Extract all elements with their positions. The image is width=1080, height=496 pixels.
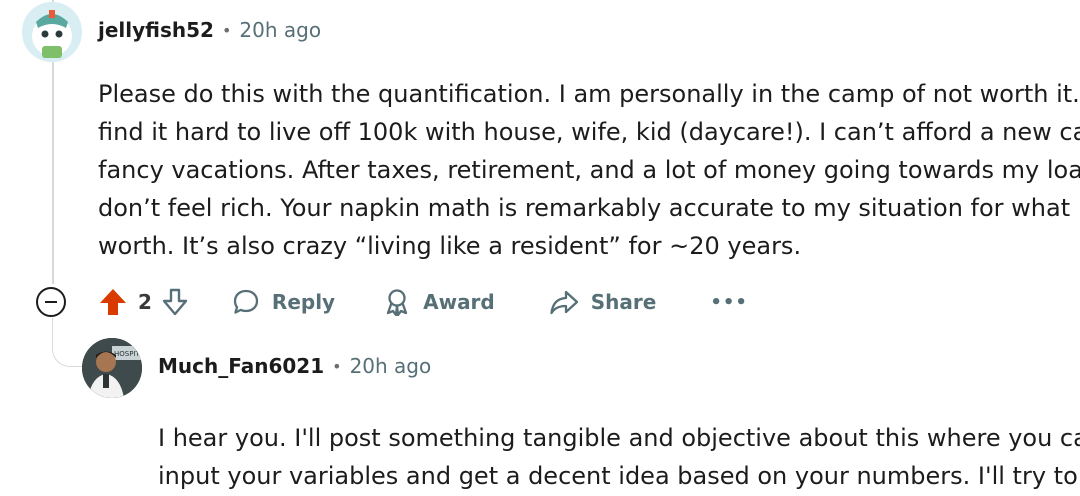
reply-button[interactable]: Reply <box>232 288 335 316</box>
collapse-thread-button[interactable] <box>36 287 66 317</box>
reply-body: I hear you. I'll post something tangible… <box>158 419 1080 495</box>
award-label: Award <box>423 290 495 314</box>
separator-dot: • <box>221 20 232 40</box>
comment-line: worth. It’s also crazy “living like a re… <box>98 232 802 260</box>
vote-count: 2 <box>138 290 152 314</box>
comment-action-bar: 2 Reply Award Share ••• <box>36 282 748 322</box>
award-button[interactable]: Award <box>383 288 495 316</box>
comment-line: Please do this with the quantification. … <box>98 80 1080 108</box>
award-ribbon-icon <box>386 289 408 316</box>
ellipsis-icon: ••• <box>710 291 748 313</box>
share-arrow-icon <box>550 290 578 315</box>
user-photo-avatar: HOSPITA <box>82 338 142 398</box>
snoo-avatar-icon <box>22 2 82 62</box>
username[interactable]: Much_Fan6021 <box>158 354 324 378</box>
arrow-down-outline-icon <box>162 288 188 316</box>
comment-thread: jellyfish52 • 20h ago Please do this wit… <box>0 0 1080 496</box>
avatar[interactable] <box>22 2 82 62</box>
more-options-button[interactable]: ••• <box>710 292 748 313</box>
arrow-up-filled-icon <box>100 289 126 315</box>
reply-meta: Much_Fan6021 • 20h ago <box>158 354 431 378</box>
reply-label: Reply <box>271 290 336 314</box>
separator-dot: • <box>332 356 342 376</box>
comment-line: fancy vacations. After taxes, retirement… <box>98 156 1080 184</box>
speech-bubble-icon <box>233 289 259 314</box>
comment-body: Please do this with the quantification. … <box>98 75 1080 265</box>
timestamp[interactable]: 20h ago <box>239 18 321 42</box>
comment-meta: jellyfish52 • 20h ago <box>98 18 321 42</box>
downvote-button[interactable] <box>160 287 190 317</box>
svg-text:HOSPITA: HOSPITA <box>114 350 142 358</box>
upvote-button[interactable] <box>98 287 128 317</box>
share-label: Share <box>590 290 657 314</box>
thread-line[interactable] <box>52 62 54 284</box>
minus-circle-icon <box>45 301 57 303</box>
username[interactable]: jellyfish52 <box>98 18 214 42</box>
reply-line: I hear you. I'll post something tangible… <box>158 424 1080 452</box>
comment-line: find it hard to live off 100k with house… <box>98 118 1080 146</box>
reply-line: input your variables and get a decent id… <box>158 462 1080 490</box>
share-button[interactable]: Share <box>549 288 657 316</box>
comment-line: don’t feel rich. Your napkin math is rem… <box>98 194 1080 222</box>
reply-thread-connector <box>52 318 85 367</box>
timestamp[interactable]: 20h ago <box>350 354 432 378</box>
avatar[interactable]: HOSPITA <box>82 338 142 398</box>
